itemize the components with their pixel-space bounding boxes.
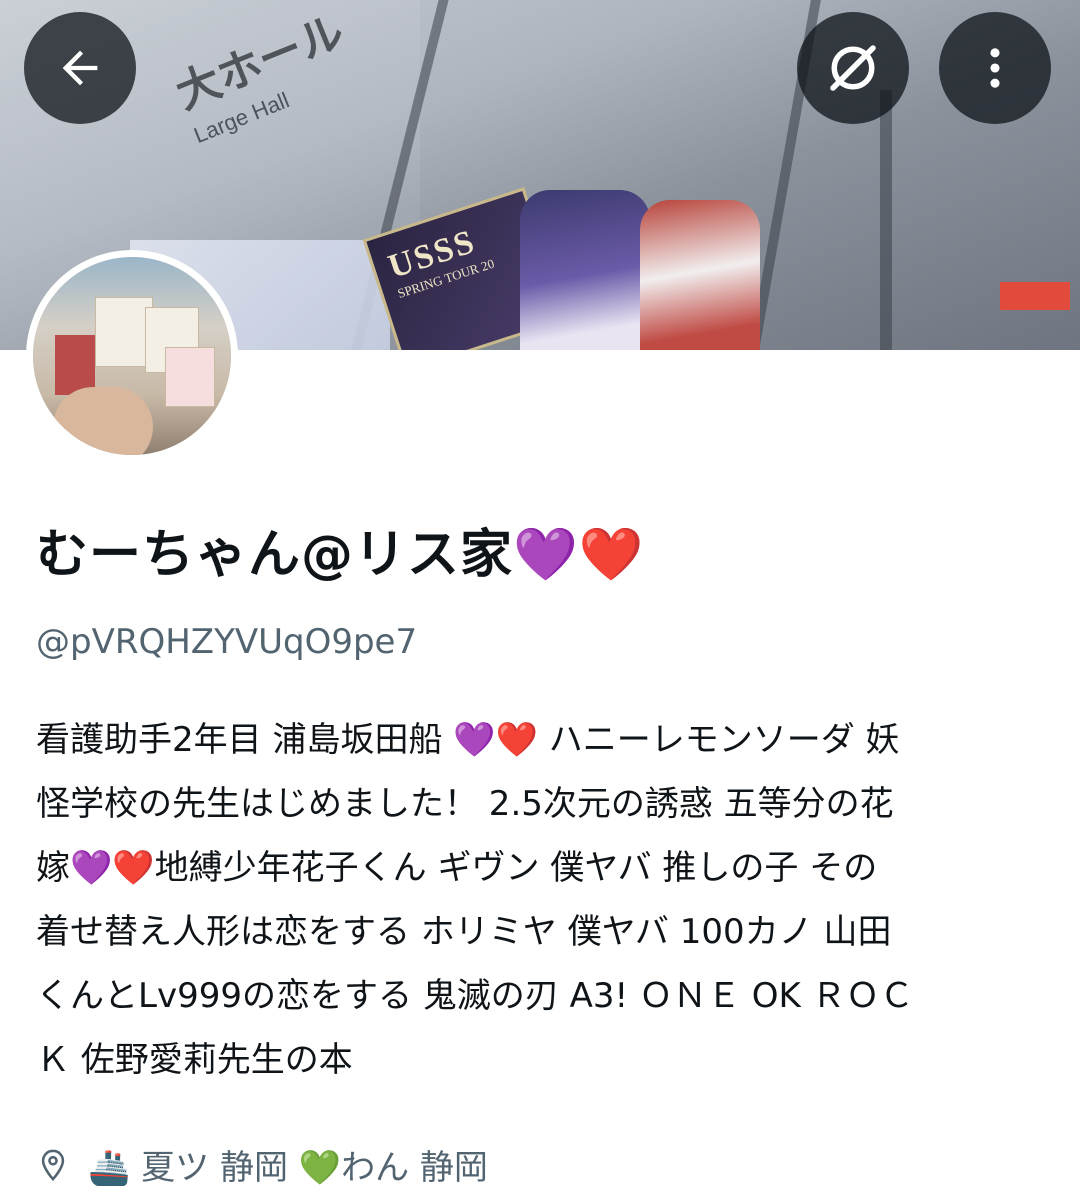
grok-icon [830, 45, 876, 91]
banner-acrylic-stand-red [640, 200, 760, 350]
more-button[interactable] [939, 12, 1051, 124]
avatar-photo-card [55, 335, 95, 395]
banner-red-sign [1000, 282, 1070, 310]
arrow-left-icon [62, 50, 98, 86]
more-vertical-icon [990, 48, 1000, 88]
profile-bio: 看護助手2年目 浦島坂田船 💜❤️ ハニーレモンソーダ 妖 怪学校の先生はじめま… [36, 720, 914, 1080]
user-handle: @pVRQHZYVUqO9pe7 [36, 622, 418, 662]
grok-button[interactable] [797, 12, 909, 124]
avatar-image [33, 257, 231, 455]
back-button[interactable] [24, 12, 136, 124]
location-pin-icon [41, 1149, 65, 1181]
profile-avatar[interactable] [26, 250, 238, 462]
banner-door-frame [880, 90, 892, 350]
display-name-row: むーちゃん@リス家💜❤️ [36, 512, 645, 587]
profile-location: 🚢 夏ツ 静岡 💚わん 静岡 [36, 1140, 488, 1189]
avatar-hand [53, 387, 153, 455]
avatar-ticket-paper [165, 347, 215, 407]
location-text: 🚢 夏ツ 静岡 💚わん 静岡 [88, 1148, 488, 1188]
banner-acrylic-stand-purple [520, 190, 650, 350]
display-name: むーちゃん@リス家💜❤️ [36, 525, 645, 585]
